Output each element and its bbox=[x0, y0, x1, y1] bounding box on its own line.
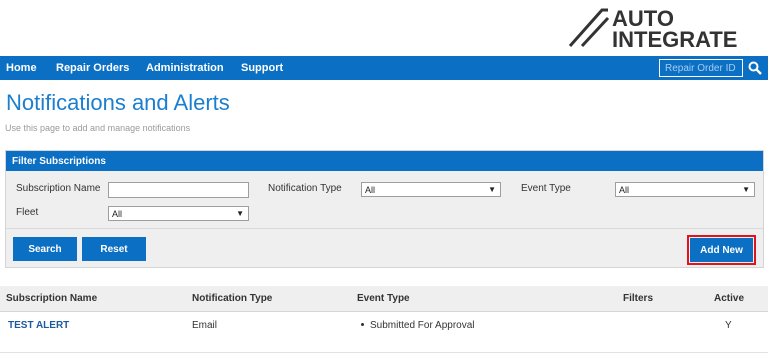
table-header: Subscription Name Notification Type Even… bbox=[0, 286, 768, 312]
chevron-down-icon: ▼ bbox=[488, 185, 496, 194]
notification-type-select[interactable]: All ▼ bbox=[361, 182, 501, 197]
subscription-name-link[interactable]: TEST ALERT bbox=[8, 320, 69, 331]
notification-type-label: Notification Type bbox=[268, 183, 342, 194]
auto-integrate-logo: AUTO INTEGRATE bbox=[568, 2, 764, 50]
chevron-down-icon: ▼ bbox=[742, 185, 750, 194]
table-row: TEST ALERT Email Submitted For Approval … bbox=[0, 312, 768, 340]
page-title: Notifications and Alerts bbox=[6, 90, 230, 115]
add-new-highlight: Add New bbox=[687, 235, 756, 265]
nav-repair-orders[interactable]: Repair Orders bbox=[56, 62, 129, 74]
reset-button[interactable]: Reset bbox=[82, 237, 146, 261]
logo-line2: INTEGRATE bbox=[612, 27, 737, 50]
event-type-value: All bbox=[619, 185, 630, 195]
fleet-select[interactable]: All ▼ bbox=[108, 206, 249, 221]
fleet-value: All bbox=[112, 209, 123, 219]
column-header-filters[interactable]: Filters bbox=[623, 293, 653, 304]
nav-administration[interactable]: Administration bbox=[146, 62, 224, 74]
column-header-notification-type[interactable]: Notification Type bbox=[192, 293, 272, 304]
bullet-icon bbox=[361, 322, 364, 326]
table-bottom-divider bbox=[0, 352, 768, 353]
filter-panel-header: Filter Subscriptions bbox=[6, 151, 763, 171]
active-cell: Y bbox=[725, 320, 732, 331]
main-navbar: Home Repair Orders Administration Suppor… bbox=[0, 56, 768, 80]
search-icon bbox=[748, 61, 762, 75]
page-subtitle: Use this page to add and manage notifica… bbox=[5, 123, 191, 133]
column-header-active[interactable]: Active bbox=[714, 293, 744, 304]
search-filter-button[interactable]: Search bbox=[13, 237, 77, 261]
add-new-button[interactable]: Add New bbox=[690, 238, 753, 262]
event-type-label: Event Type bbox=[521, 183, 571, 194]
repair-order-search-input[interactable] bbox=[659, 59, 743, 77]
notification-type-cell: Email bbox=[192, 320, 218, 331]
nav-home[interactable]: Home bbox=[6, 62, 37, 74]
subscription-name-input[interactable] bbox=[108, 182, 249, 198]
chevron-down-icon: ▼ bbox=[236, 209, 244, 218]
nav-support[interactable]: Support bbox=[241, 62, 283, 74]
fleet-label: Fleet bbox=[16, 207, 39, 218]
filter-divider bbox=[6, 228, 763, 229]
event-type-select[interactable]: All ▼ bbox=[615, 182, 755, 197]
filter-panel: Filter Subscriptions Subscription Name N… bbox=[5, 150, 764, 268]
subscription-name-label: Subscription Name bbox=[16, 183, 101, 194]
column-header-event-type[interactable]: Event Type bbox=[357, 293, 410, 304]
notification-type-value: All bbox=[365, 185, 376, 195]
event-type-item: Submitted For Approval bbox=[370, 320, 475, 331]
column-header-subscription-name[interactable]: Subscription Name bbox=[6, 293, 97, 304]
search-button[interactable] bbox=[744, 58, 766, 78]
event-type-cell: Submitted For Approval bbox=[361, 320, 475, 331]
